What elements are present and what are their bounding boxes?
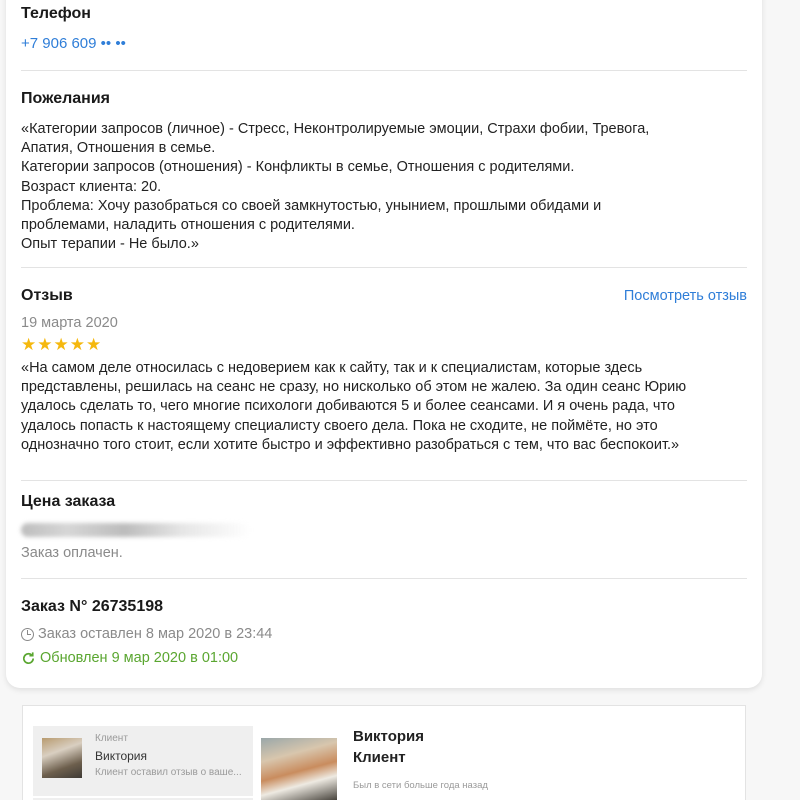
- review-line: удалось попасть к настоящему специалисту…: [21, 417, 658, 434]
- wishes-line: Апатия, Отношения в семье.: [21, 140, 216, 157]
- wishes-line: Категории запросов (отношения) - Конфлик…: [21, 159, 575, 176]
- payment-status: Заказ оплачен.: [21, 545, 123, 561]
- wishes-text: «Категории запросов (личное) - Стресс, Н…: [21, 120, 747, 254]
- review-section: Отзыв Посмотреть отзыв 19 марта 2020 ★ ★ ★…: [21, 287, 747, 455]
- wishes-line: Опыт терапии - Не было.»: [21, 236, 199, 253]
- star-icon: ★: [53, 335, 69, 354]
- phone-number-link[interactable]: +7 906 609 •• ••: [21, 35, 747, 52]
- star-icon: ★: [69, 335, 85, 354]
- order-details-card: Телефон +7 906 609 •• •• Пожелания «Кате…: [6, 0, 762, 688]
- divider: [21, 70, 747, 71]
- wishes-line: Проблема: Хочу разобраться со своей замк…: [21, 197, 602, 214]
- chat-item-role: Клиент: [95, 733, 128, 744]
- wishes-line: проблемами, наладить отношения с родител…: [21, 217, 355, 234]
- order-number-heading: Заказ N° 26735198: [21, 598, 164, 615]
- order-section: Заказ N° 26735198 Заказ оставлен 8 мар 2…: [21, 598, 747, 666]
- order-updated-row: Обновлен 9 мар 2020 в 01:00: [21, 650, 747, 666]
- phone-section: Телефон +7 906 609 •• ••: [21, 5, 747, 52]
- chat-item-name: Виктория: [95, 749, 148, 763]
- review-date: 19 марта 2020: [21, 315, 118, 331]
- profile-role: Клиент: [353, 749, 406, 766]
- order-created-row: Заказ оставлен 8 мар 2020 в 23:44: [21, 626, 747, 642]
- star-icon: ★: [21, 335, 37, 354]
- review-line: «На самом деле относилась с недоверием к…: [21, 360, 643, 376]
- divider: [21, 480, 747, 481]
- profile-status: Был в сети больше года назад: [353, 780, 488, 791]
- review-line: удалось сделать то, чего многие психолог…: [21, 398, 675, 415]
- rating-stars: ★ ★ ★ ★ ★: [21, 336, 747, 353]
- divider: [21, 267, 747, 268]
- view-review-link[interactable]: Посмотреть отзыв: [624, 288, 747, 304]
- price-value-blurred: [21, 523, 251, 537]
- review-line: однозначно того стоит, если хотите быстр…: [21, 436, 680, 453]
- phone-heading: Телефон: [21, 5, 91, 22]
- order-created-text: Заказ оставлен 8 мар 2020 в 23:44: [38, 626, 273, 642]
- wishes-line: Возраст клиента: 20.: [21, 178, 162, 195]
- wishes-line: «Категории запросов (личное) - Стресс, Н…: [21, 121, 650, 137]
- price-section: Цена заказа Заказ оплачен.: [21, 493, 747, 561]
- star-icon: ★: [37, 335, 53, 354]
- profile-name: Виктория: [353, 728, 425, 745]
- wishes-section: Пожелания «Категории запросов (личное) -…: [21, 90, 747, 254]
- star-icon: ★: [86, 335, 102, 354]
- client-avatar: [42, 738, 82, 778]
- clock-icon: [21, 627, 34, 641]
- order-updated-text: Обновлен 9 мар 2020 в 01:00: [40, 650, 239, 666]
- review-heading: Отзыв: [21, 287, 73, 304]
- chat-item-preview: Клиент оставил отзыв о ваше...: [95, 767, 242, 778]
- wishes-heading: Пожелания: [21, 90, 110, 107]
- chat-list-item[interactable]: Клиент Виктория Клиент оставил отзыв о в…: [33, 726, 253, 796]
- profile-photo: [261, 738, 337, 800]
- chat-panel: Клиент Виктория Клиент оставил отзыв о в…: [22, 705, 746, 800]
- refresh-icon: [23, 651, 35, 664]
- divider: [21, 578, 747, 579]
- price-heading: Цена заказа: [21, 493, 116, 510]
- review-text: «На самом деле относилась с недоверием к…: [21, 359, 747, 455]
- review-line: представлены, решилась на сеанс не сразу…: [21, 379, 687, 396]
